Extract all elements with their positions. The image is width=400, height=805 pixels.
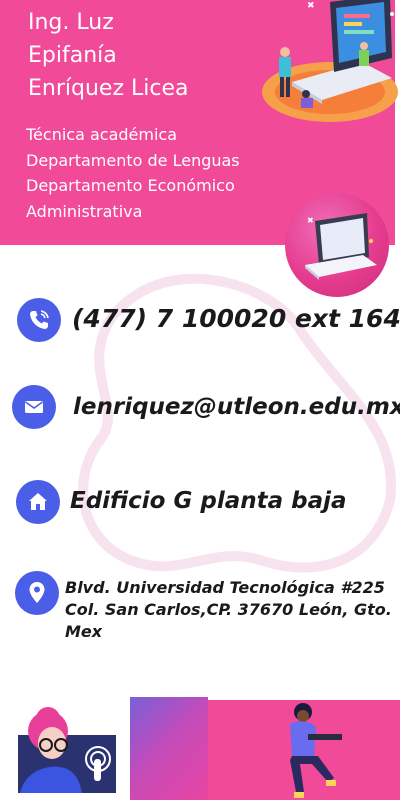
footer-banner <box>0 697 400 800</box>
address-icon-badge <box>15 571 59 615</box>
phone-icon <box>30 310 49 329</box>
phone-icon-badge <box>17 298 61 342</box>
footer-gradient-panel <box>130 697 208 800</box>
footer-left-panel <box>0 697 130 800</box>
name-line-1: Ing. Luz <box>28 10 114 35</box>
name-line-3: Enríquez Licea <box>28 76 189 101</box>
email-address[interactable]: lenriquez@utleon.edu.mx <box>73 394 400 420</box>
svg-text:✖: ✖ <box>307 1 315 11</box>
profile-role: Técnica académica Departamento de Lengua… <box>26 122 240 224</box>
role-line-3: Departamento Económico <box>26 176 235 195</box>
envelope-icon <box>25 401 43 413</box>
footer-right-panel <box>208 700 400 800</box>
address-line-2: Col. San Carlos,CP. 37670 León, Gto. <box>65 600 392 619</box>
role-line-4: Administrativa <box>26 201 143 221</box>
name-line-2: Epifanía <box>28 43 117 68</box>
svg-text:✖: ✖ <box>307 216 314 225</box>
team-laptop-illustration: ✖ <box>262 0 398 122</box>
address-line-3: Mex <box>65 622 103 641</box>
address-line-1: Blvd. Universidad Tecnológica #225 <box>65 578 385 597</box>
person-laptop-illustration <box>290 703 342 798</box>
email-icon-badge <box>12 385 56 429</box>
building-icon-badge <box>16 480 60 524</box>
role-line-2: Departamento de Lenguas <box>26 150 240 170</box>
postal-address: Blvd. Universidad Tecnológica #225 Col. … <box>65 577 392 643</box>
home-icon <box>29 493 47 510</box>
building-location: Edificio G planta baja <box>70 488 347 514</box>
person-touch-screen-illustration <box>18 707 116 793</box>
phone-number[interactable]: (477) 7 100020 ext 164 <box>72 304 400 333</box>
location-pin-icon <box>29 582 45 603</box>
profile-name: Ing. Luz Epifanía Enríquez Licea <box>28 6 188 105</box>
role-line-1: Técnica académica <box>26 125 178 144</box>
